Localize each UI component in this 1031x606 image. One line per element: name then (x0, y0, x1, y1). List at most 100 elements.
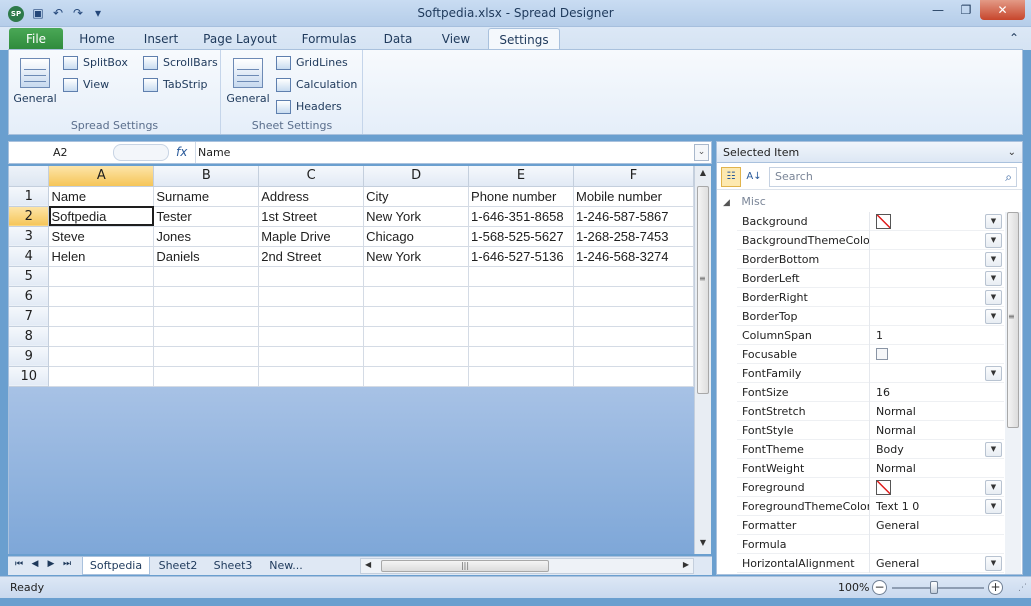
row-header[interactable]: 7 (9, 306, 50, 327)
zoom-slider-thumb[interactable] (930, 581, 938, 594)
cell[interactable] (573, 346, 694, 367)
cell[interactable] (258, 306, 365, 327)
cell[interactable] (573, 326, 694, 347)
cell[interactable]: 2nd Street (258, 246, 365, 267)
property-value[interactable] (876, 535, 984, 554)
dropdown-arrow-icon[interactable]: ▼ (985, 233, 1002, 248)
calculation-button[interactable]: Calculation (276, 76, 357, 94)
headers-button[interactable]: Headers (276, 98, 342, 116)
property-value[interactable] (876, 307, 984, 326)
cell[interactable]: 1st Street (258, 206, 365, 227)
column-header[interactable]: E (468, 166, 574, 187)
property-value[interactable] (876, 364, 984, 383)
dropdown-arrow-icon[interactable]: ▼ (985, 480, 1002, 495)
scroll-right-icon[interactable]: ▶ (683, 560, 689, 569)
gridlines-button[interactable]: GridLines (276, 54, 348, 72)
cell[interactable] (363, 366, 470, 387)
row-header[interactable]: 4 (9, 246, 50, 267)
cell[interactable]: Helen (48, 246, 155, 267)
zoom-level[interactable]: 100% (838, 581, 869, 594)
tab-page-layout[interactable]: Page Layout (198, 28, 282, 50)
property-value[interactable]: Body (876, 440, 984, 459)
cell[interactable]: City (363, 186, 470, 207)
sheet-general-button[interactable]: General (226, 58, 270, 105)
view-button[interactable]: View (63, 76, 109, 94)
zoom-slider[interactable] (892, 587, 984, 589)
property-value[interactable]: 1 (876, 326, 984, 345)
cell[interactable] (468, 326, 574, 347)
cell[interactable] (573, 286, 694, 307)
row-header[interactable]: 8 (9, 326, 50, 347)
collapse-ribbon-icon[interactable]: ⌃ (1009, 31, 1019, 45)
cell[interactable]: Maple Drive (258, 226, 365, 247)
cell[interactable]: Tester (153, 206, 260, 227)
scroll-up-icon[interactable]: ▲ (695, 168, 711, 182)
cell[interactable]: Surname (153, 186, 260, 207)
no-color-swatch-icon[interactable] (876, 480, 891, 495)
property-value[interactable]: 16 (876, 383, 984, 402)
cell[interactable]: 1-568-525-5627 (468, 226, 574, 247)
property-value[interactable]: General (876, 516, 984, 535)
cell[interactable] (48, 366, 155, 387)
dropdown-arrow-icon[interactable]: ▼ (985, 309, 1002, 324)
scroll-down-icon[interactable]: ▼ (695, 538, 711, 552)
cell[interactable] (258, 366, 365, 387)
close-icon[interactable]: ✕ (980, 0, 1025, 20)
function-icon[interactable]: fx (176, 145, 187, 159)
cell[interactable]: Phone number (468, 186, 574, 207)
category-misc[interactable]: ◢ Misc (717, 192, 1007, 211)
dropdown-arrow-icon[interactable]: ▼ (985, 214, 1002, 229)
cell[interactable] (573, 266, 694, 287)
expand-formula-icon[interactable]: ⌄ (694, 144, 709, 161)
column-header[interactable]: A (48, 166, 155, 187)
categorized-icon[interactable]: ☷ (721, 167, 741, 187)
cell[interactable]: Chicago (363, 226, 470, 247)
select-all-corner[interactable] (9, 166, 50, 187)
column-header[interactable]: D (363, 166, 470, 187)
cell[interactable] (573, 306, 694, 327)
cell[interactable]: 1-646-527-5136 (468, 246, 574, 267)
sheet-tab-sheet2[interactable]: Sheet2 (153, 557, 203, 575)
cell[interactable]: 1-246-587-5867 (573, 206, 694, 227)
sort-alphabetical-icon[interactable]: A↓ (744, 167, 764, 187)
vertical-scroll-thumb[interactable] (697, 186, 709, 394)
dropdown-arrow-icon[interactable]: ▼ (985, 499, 1002, 514)
cell[interactable] (153, 366, 260, 387)
dropdown-arrow-icon[interactable]: ▼ (985, 556, 1002, 571)
restore-icon[interactable]: ❐ (952, 0, 980, 20)
cell[interactable] (258, 326, 365, 347)
cell[interactable]: 1-246-568-3274 (573, 246, 694, 267)
row-header[interactable]: 10 (9, 366, 50, 387)
checkbox-icon[interactable] (876, 348, 888, 360)
cell[interactable] (153, 286, 260, 307)
row-header[interactable]: 5 (9, 266, 50, 287)
cell[interactable]: Mobile number (573, 186, 694, 207)
property-checkbox[interactable] (876, 345, 984, 364)
row-header[interactable]: 9 (9, 346, 50, 367)
cell[interactable] (468, 306, 574, 327)
horizontal-scroll-thumb[interactable]: ||| (381, 560, 549, 572)
dropdown-arrow-icon[interactable]: ▼ (985, 366, 1002, 381)
dropdown-arrow-icon[interactable]: ▼ (985, 442, 1002, 457)
cell[interactable]: New York (363, 246, 470, 267)
cell[interactable] (258, 286, 365, 307)
zoom-in-icon[interactable]: + (988, 580, 1003, 595)
property-value[interactable] (876, 269, 984, 288)
property-color-value[interactable] (876, 478, 984, 497)
cell[interactable] (363, 326, 470, 347)
property-value[interactable] (876, 288, 984, 307)
property-value[interactable] (876, 250, 984, 269)
splitbox-button[interactable]: SplitBox (63, 54, 128, 72)
property-value[interactable]: Normal (876, 402, 984, 421)
dropdown-arrow-icon[interactable]: ▼ (985, 271, 1002, 286)
vertical-scrollbar[interactable]: ▲ ≡ ▼ (694, 166, 711, 554)
cell[interactable]: New York (363, 206, 470, 227)
name-box[interactable]: A2 (9, 142, 113, 163)
column-header[interactable]: F (573, 166, 694, 187)
minimize-icon[interactable]: — (924, 0, 952, 20)
cell[interactable]: Softpedia (48, 206, 155, 227)
property-value[interactable]: Normal (876, 421, 984, 440)
sheet-tab-softpedia[interactable]: Softpedia (82, 557, 150, 575)
cell[interactable] (48, 286, 155, 307)
tabstrip-button[interactable]: TabStrip (143, 76, 207, 94)
